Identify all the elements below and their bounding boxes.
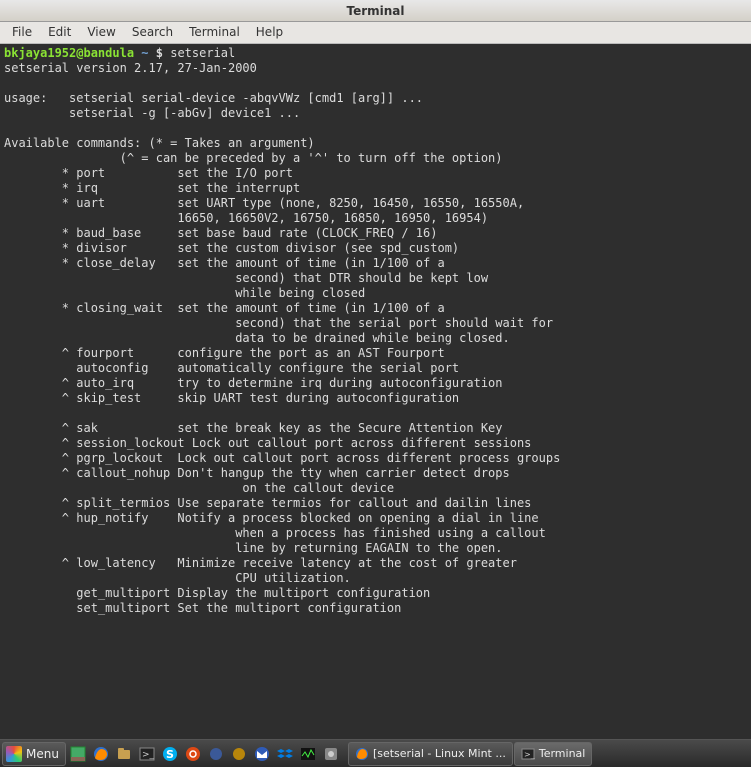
thunderbird-icon[interactable] xyxy=(251,743,273,765)
svg-text:>_: >_ xyxy=(524,750,535,759)
terminal-output-area[interactable]: bkjaya1952@bandula ~ $ setserial setseri… xyxy=(0,44,751,739)
window-title: Terminal xyxy=(346,4,404,18)
terminal-icon: >_ xyxy=(521,747,535,761)
app-icon-2[interactable] xyxy=(228,743,250,765)
svg-text:>_: >_ xyxy=(142,750,155,760)
taskbar: Menu >_ S [setserial - Linux Mint ... >_ xyxy=(0,739,751,767)
start-menu-label: Menu xyxy=(26,747,59,761)
menu-terminal[interactable]: Terminal xyxy=(181,22,248,43)
menu-view[interactable]: View xyxy=(79,22,123,43)
monitor-icon[interactable] xyxy=(297,743,319,765)
menu-edit[interactable]: Edit xyxy=(40,22,79,43)
menubar: File Edit View Search Terminal Help xyxy=(0,22,751,44)
prompt-path: ~ xyxy=(141,46,148,60)
menu-search[interactable]: Search xyxy=(124,22,181,43)
app-icon-1[interactable] xyxy=(205,743,227,765)
menu-help[interactable]: Help xyxy=(248,22,291,43)
task-label: Terminal xyxy=(539,747,586,760)
taskbar-task-terminal[interactable]: >_ Terminal xyxy=(514,742,593,766)
task-label: [setserial - Linux Mint ... xyxy=(373,747,506,760)
terminal-output-lines: setserial version 2.17, 27-Jan-2000 usag… xyxy=(4,61,560,615)
settings-icon[interactable] xyxy=(320,743,342,765)
prompt-symbol: $ xyxy=(156,46,163,60)
files-launcher-icon[interactable] xyxy=(113,743,135,765)
firefox-launcher-icon[interactable] xyxy=(90,743,112,765)
prompt-user-host: bkjaya1952@bandula xyxy=(4,46,134,60)
window-titlebar: Terminal xyxy=(0,0,751,22)
mint-logo-icon xyxy=(6,746,22,762)
show-desktop-icon[interactable] xyxy=(67,743,89,765)
menu-file[interactable]: File xyxy=(4,22,40,43)
taskbar-task-firefox[interactable]: [setserial - Linux Mint ... xyxy=(348,742,513,766)
firefox-icon xyxy=(355,747,369,761)
start-menu-button[interactable]: Menu xyxy=(2,742,66,766)
terminal-launcher-icon[interactable]: >_ xyxy=(136,743,158,765)
prompt-command: setserial xyxy=(170,46,235,60)
skype-icon[interactable]: S xyxy=(159,743,181,765)
ubuntu-icon[interactable] xyxy=(182,743,204,765)
svg-text:S: S xyxy=(166,748,174,761)
dropbox-icon[interactable] xyxy=(274,743,296,765)
